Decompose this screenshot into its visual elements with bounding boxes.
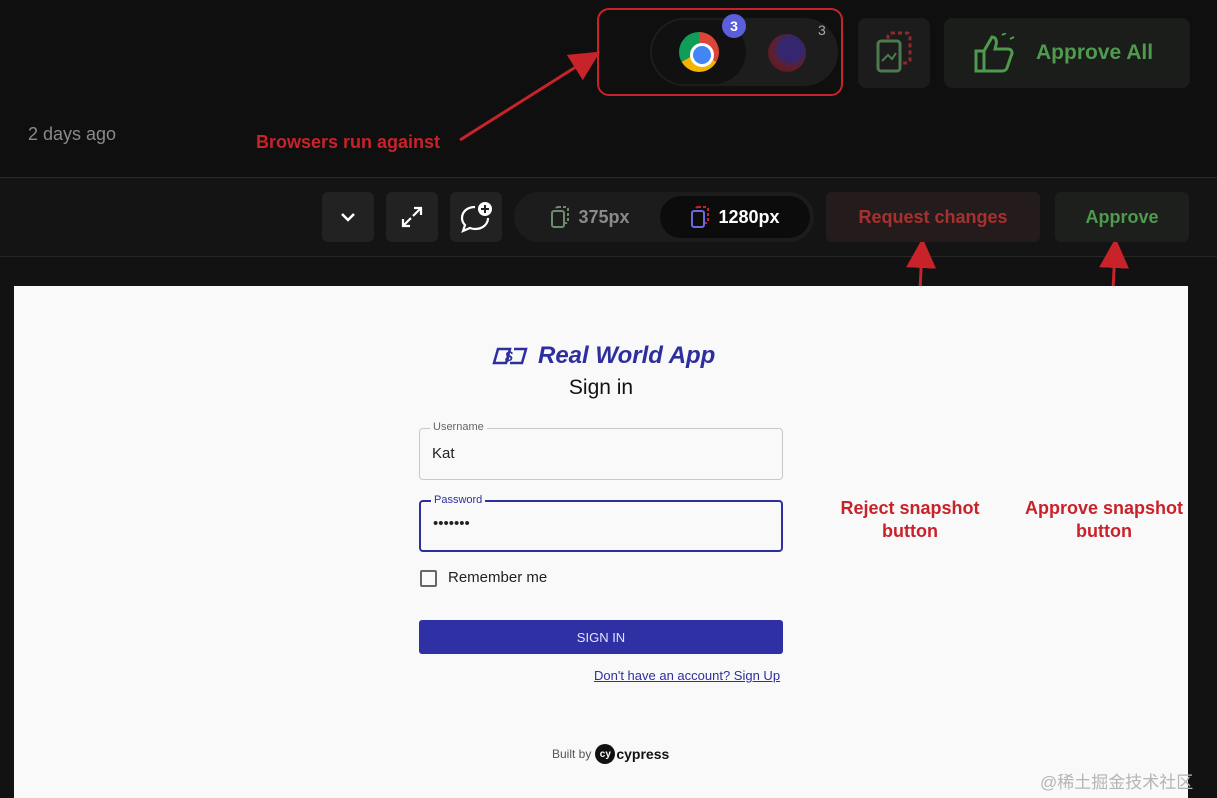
annotation-reject-line1: Reject snapshot xyxy=(840,498,980,518)
app-logo: $ Real World App xyxy=(492,342,715,370)
expand-icon xyxy=(401,206,423,228)
viewport-label: 1280px xyxy=(718,206,780,227)
viewport-375-button[interactable]: 375px xyxy=(518,196,662,238)
viewport-switcher: 375px 1280px xyxy=(514,192,814,242)
watermark: @稀土掘金技术社区 xyxy=(1040,773,1194,792)
app-name: Real World App xyxy=(538,342,716,369)
username-field[interactable]: Username Kat xyxy=(419,421,783,480)
remember-me-checkbox[interactable] xyxy=(420,570,437,587)
sign-in-button[interactable]: SIGN IN xyxy=(419,620,783,654)
dollar-logo-icon: $ xyxy=(492,347,528,365)
request-changes-button[interactable]: Request changes xyxy=(826,192,1040,242)
cypress-icon: cy xyxy=(595,744,616,764)
username-value: Kat xyxy=(432,445,455,462)
built-by-footer: Built by cy cypress xyxy=(552,744,669,764)
desktop-snapshot-icon xyxy=(691,206,710,228)
remember-me-label: Remember me xyxy=(448,569,548,586)
cypress-logo[interactable]: cy cypress xyxy=(595,744,669,764)
cypress-brand: cypress xyxy=(616,746,670,762)
password-field[interactable]: Password ••••••• xyxy=(419,494,783,552)
add-comment-button[interactable] xyxy=(450,192,502,242)
approve-button[interactable]: Approve xyxy=(1055,192,1189,242)
page-title: Sign in xyxy=(568,376,634,399)
svg-text:$: $ xyxy=(504,348,513,364)
fullscreen-button[interactable] xyxy=(386,192,438,242)
built-by-label: Built by xyxy=(552,747,592,761)
annotation-reject: Reject snapshot button xyxy=(826,497,994,543)
annotation-approve: Approve snapshot button xyxy=(1012,497,1196,543)
comment-plus-icon xyxy=(460,202,492,233)
password-value: ••••••• xyxy=(433,515,470,532)
annotation-reject-line2: button xyxy=(882,521,938,541)
username-label: Username xyxy=(430,421,487,433)
mobile-snapshot-icon xyxy=(551,206,570,228)
viewport-label: 375px xyxy=(578,206,630,227)
annotation-approve-line2: button xyxy=(1076,521,1132,541)
annotation-approve-line1: Approve snapshot xyxy=(1024,498,1184,518)
chevron-down-icon xyxy=(341,213,355,222)
collapse-button[interactable] xyxy=(322,192,374,242)
sign-up-link[interactable]: Don't have an account? Sign Up xyxy=(594,668,780,683)
password-label: Password xyxy=(431,494,486,506)
viewport-1280-button[interactable]: 1280px xyxy=(660,196,810,238)
